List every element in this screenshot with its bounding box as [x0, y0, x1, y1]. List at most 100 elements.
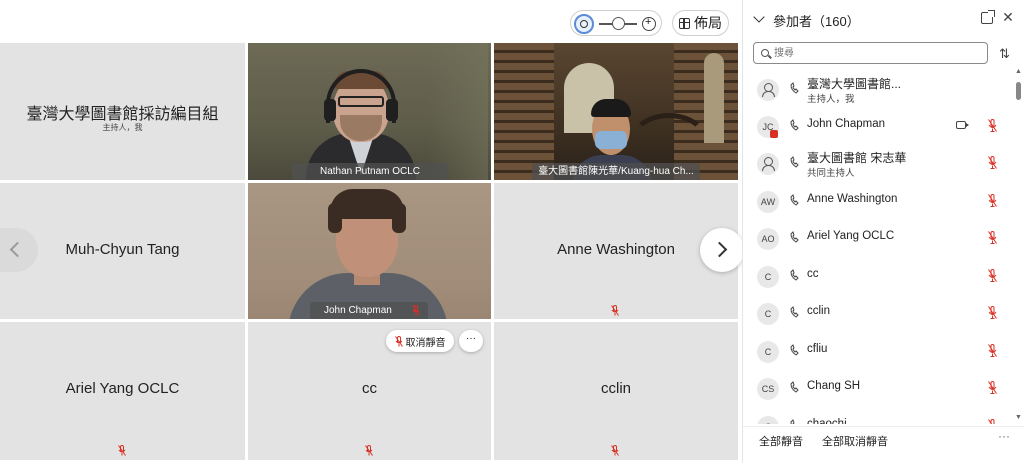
avatar: C	[757, 266, 779, 288]
phone-icon	[790, 419, 795, 424]
video-tile-ariel-yang[interactable]: Ariel Yang OCLC	[0, 322, 245, 460]
participant-name: John Chapman	[807, 118, 885, 130]
camera-icon	[956, 121, 969, 129]
search-input[interactable]	[774, 45, 979, 61]
video-toolbar: 佈局	[0, 0, 738, 43]
scroll-down-icon[interactable]: ▼	[1015, 414, 1022, 421]
mic-muted-icon[interactable]	[988, 194, 997, 207]
footer-more-button[interactable]: ···	[998, 429, 1010, 443]
avatar: C	[757, 416, 779, 424]
participant-list-scrollbar[interactable]: ▲ ▼	[1014, 68, 1022, 424]
participant-row[interactable]: 臺大圖書館 宋志華 共同主持人	[743, 145, 1013, 181]
mic-muted-icon	[611, 445, 619, 456]
scroll-up-icon[interactable]: ▲	[1015, 68, 1022, 75]
tile-caption-text: John Chapman	[324, 305, 392, 316]
tile-more-button[interactable]: ···	[459, 330, 483, 352]
participant-row[interactable]: C cc	[743, 258, 1013, 294]
tile-name: cclin	[600, 380, 631, 397]
video-tile-host[interactable]: 臺灣大學圖書館採訪編目組 主持人，我	[0, 43, 245, 180]
avatar: AO	[757, 228, 779, 250]
participant-name: Chang SH	[807, 380, 861, 392]
tile-caption: John Chapman	[310, 302, 428, 319]
headset-ear-left	[324, 99, 336, 121]
participant-name: Ariel Yang OCLC	[807, 230, 895, 242]
avatar	[757, 79, 779, 101]
participant-name: chaochi	[807, 418, 847, 424]
video-tile-cc[interactable]: cc	[248, 322, 491, 460]
mic-muted-icon[interactable]	[988, 306, 997, 319]
participant-role: 共同主持人	[807, 168, 855, 179]
mic-muted-icon[interactable]	[988, 344, 997, 357]
participant-row[interactable]: AO Ariel Yang OCLC	[743, 220, 1013, 256]
video-tile-john-chapman[interactable]: John Chapman	[248, 183, 491, 319]
participant-name: 臺大圖書館 宋志華	[807, 151, 907, 165]
phone-icon	[790, 231, 799, 243]
participant-row[interactable]: C cclin	[743, 295, 1013, 331]
participant-name: Anne Washington	[807, 193, 898, 205]
mic-muted-icon[interactable]	[988, 419, 997, 424]
mic-muted-icon[interactable]	[988, 119, 997, 132]
person-hair	[392, 203, 406, 233]
person-hair	[328, 203, 342, 233]
participants-panel: 參加者（160） ✕ ⇅ 臺灣大學圖書館... 主持人，我 JC John Ch…	[742, 0, 1024, 463]
participants-title: 參加者（160）	[773, 14, 860, 29]
phone-icon	[790, 194, 799, 206]
face-mask	[595, 131, 627, 149]
participant-name: cfliu	[807, 343, 828, 355]
phone-icon	[790, 306, 799, 318]
zoom-control[interactable]	[570, 10, 662, 36]
pop-out-icon[interactable]	[981, 10, 995, 24]
person-hair	[591, 99, 631, 117]
phone-icon	[790, 344, 799, 356]
tile-caption: Nathan Putnam OCLC	[292, 163, 448, 180]
arched-window	[704, 53, 724, 143]
tile-caption: 臺大圖書館陳光華/Kuang-hua Ch...	[532, 163, 700, 180]
layout-button-label: 佈局	[694, 15, 722, 31]
zoom-out-icon[interactable]	[574, 14, 594, 34]
phone-icon	[790, 156, 799, 168]
avatar: AW	[757, 191, 779, 213]
phone-icon	[790, 381, 799, 393]
mic-muted-icon[interactable]	[988, 156, 997, 169]
sort-icon[interactable]: ⇅	[999, 46, 1010, 62]
participant-row[interactable]: C chaochi	[743, 408, 1013, 424]
participant-row[interactable]: JC John Chapman	[743, 108, 1013, 144]
unmute-button[interactable]: 取消靜音	[386, 330, 454, 352]
mic-muted-icon	[118, 445, 126, 456]
mic-muted-icon[interactable]	[988, 269, 997, 282]
tile-name: cc	[362, 380, 377, 397]
participant-search[interactable]	[753, 42, 988, 64]
tile-name: 臺灣大學圖書館採訪編目組	[26, 106, 219, 123]
video-tile-cclin[interactable]: cclin	[494, 322, 738, 460]
mic-muted-icon	[611, 305, 619, 316]
grid-layout-icon	[679, 17, 690, 29]
close-icon[interactable]: ✕	[1001, 10, 1015, 24]
mic-muted-icon[interactable]	[988, 381, 997, 394]
layout-button[interactable]: 佈局	[672, 10, 729, 36]
phone-icon	[790, 269, 799, 281]
mic-muted-icon[interactable]	[988, 231, 997, 244]
participant-name: cc	[807, 268, 819, 280]
avatar	[757, 153, 779, 175]
tile-role: 主持人，我	[102, 123, 143, 132]
unmute-all-button[interactable]: 全部取消靜音	[822, 433, 888, 449]
video-tile-nathan[interactable]: Nathan Putnam OCLC	[248, 43, 491, 180]
participant-row[interactable]: C cfliu	[743, 333, 1013, 369]
scroll-thumb[interactable]	[1016, 82, 1021, 100]
avatar: C	[757, 303, 779, 325]
avatar: CS	[757, 378, 779, 400]
recording-badge-icon	[770, 130, 778, 138]
avatar: C	[757, 341, 779, 363]
collapse-chevron-icon[interactable]	[753, 11, 765, 23]
participant-row[interactable]: CS Chang SH	[743, 370, 1013, 406]
participant-row[interactable]: AW Anne Washington	[743, 183, 1013, 219]
video-tile-kuang-hua[interactable]: 臺大圖書館陳光華/Kuang-hua Ch...	[494, 43, 738, 180]
zoom-slider-thumb[interactable]	[612, 17, 625, 30]
bookshelf	[494, 43, 554, 180]
zoom-in-icon[interactable]	[642, 16, 656, 31]
next-page-button[interactable]	[700, 228, 744, 272]
participant-row[interactable]: 臺灣大學圖書館... 主持人，我	[743, 71, 1013, 107]
mute-all-button[interactable]: 全部靜音	[759, 433, 803, 449]
mic-muted-icon	[412, 305, 420, 316]
mic-muted-icon	[394, 335, 403, 347]
